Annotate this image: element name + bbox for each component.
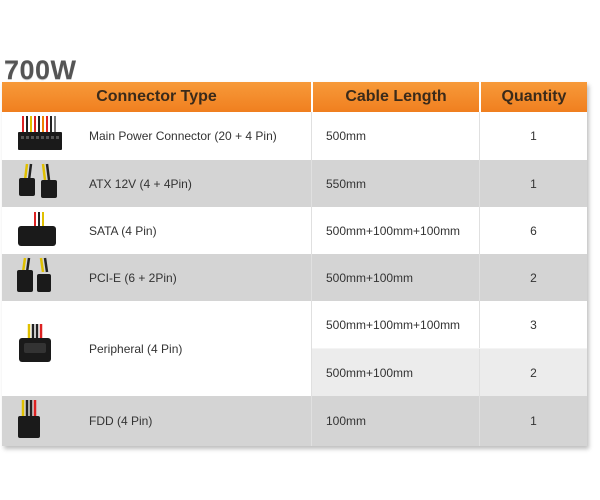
column-divider [311,112,312,446]
atx-12v-connector-icon [19,163,57,198]
table-row-atx12v-qty: 1 [480,160,587,207]
sata-connector-icon [18,212,56,246]
table-row-peripheral-qty-1: 3 [480,301,587,348]
header-cable-length: Cable Length [312,82,479,112]
table-row-fdd-qty: 1 [480,396,587,446]
table-row-sata-qty: 6 [480,207,587,254]
table-row-fdd-length: 100mm [312,396,479,446]
table-row-atx12v-length: 550mm [312,160,479,207]
fdd-connector-icon [18,400,40,438]
table-row-pcie-qty: 2 [480,254,587,301]
header-quantity: Quantity [480,82,587,112]
connector-table: Connector Type Cable Length Quantity Mai… [2,82,587,446]
table-row-sata-length: 500mm+100mm+100mm [312,207,479,254]
molex-peripheral-connector-icon [19,324,51,362]
column-divider [479,112,480,446]
atx-24pin-connector-icon [18,116,62,150]
table-row-peripheral-qty-2: 2 [480,349,587,396]
header-connector-type: Connector Type [2,82,311,112]
table-row-pcie-length: 500mm+100mm [312,254,479,301]
table-row-main-power-length: 500mm [312,112,479,160]
table-row-peripheral-length-1: 500mm+100mm+100mm [312,301,479,348]
table-row-peripheral-length-2: 500mm+100mm [312,349,479,396]
row-divider [312,348,587,349]
pcie-connector-icon [17,257,51,292]
table-row-main-power-qty: 1 [480,112,587,160]
